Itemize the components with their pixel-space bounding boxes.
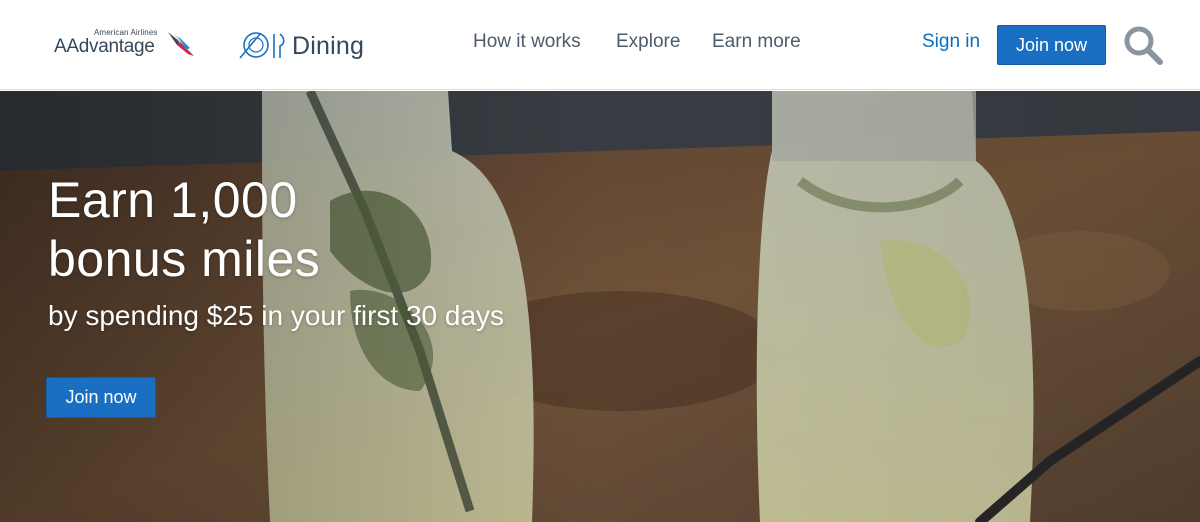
- plate-fork-knife-icon: [239, 32, 285, 59]
- american-airlines-flight-symbol-icon: [164, 28, 198, 63]
- aadvantage-text: AAdvantage: [54, 36, 155, 57]
- aadvantage-logo[interactable]: American Airlines AAdvantage: [54, 26, 204, 62]
- hero-headline-line-1: Earn 1,000: [48, 172, 298, 228]
- hero-banner: Earn 1,000 bonus miles by spending $25 i…: [0, 91, 1200, 522]
- dining-text: Dining: [292, 32, 365, 60]
- join-now-button[interactable]: Join now: [997, 25, 1106, 65]
- hero-headline-line-2: bonus miles: [48, 231, 321, 287]
- sign-in-link[interactable]: Sign in: [922, 31, 980, 53]
- hero-join-now-button[interactable]: Join now: [46, 377, 156, 418]
- dining-logo[interactable]: Dining: [238, 26, 378, 66]
- hero-subheadline: by spending $25 in your first 30 days: [48, 300, 505, 331]
- search-button[interactable]: [1122, 24, 1164, 66]
- hero-headline: Earn 1,000 bonus miles: [48, 171, 568, 289]
- nav-how-it-works[interactable]: How it works: [473, 31, 581, 53]
- nav-earn-more[interactable]: Earn more: [712, 31, 801, 53]
- search-icon: [1124, 26, 1163, 65]
- site-header: American Airlines AAdvantage Dining How …: [0, 0, 1200, 90]
- nav-explore[interactable]: Explore: [616, 31, 680, 53]
